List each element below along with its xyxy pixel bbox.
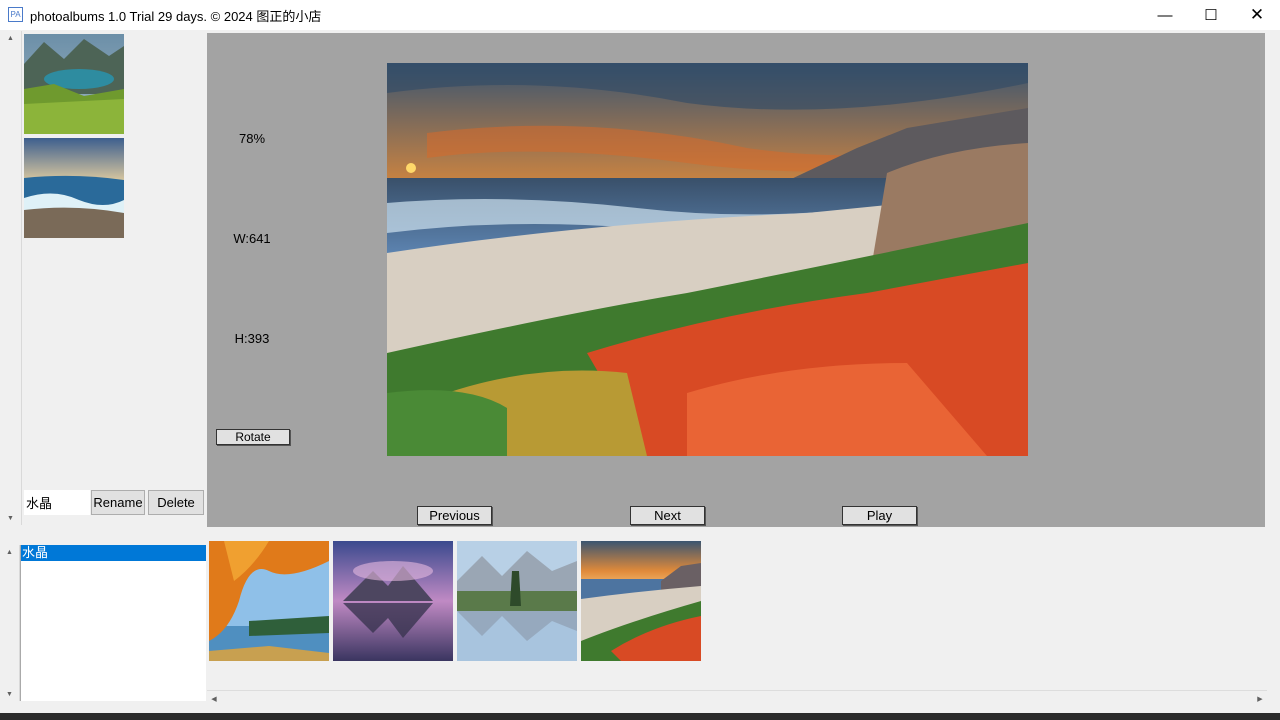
maximize-button[interactable]: ☐ <box>1188 0 1234 30</box>
delete-button[interactable]: Delete <box>148 490 204 515</box>
coast-flowers-sunset-thumbnail[interactable] <box>581 541 701 661</box>
image-width-label: W:641 <box>233 231 271 246</box>
main-photo[interactable] <box>387 63 1028 456</box>
thumbnail-pane <box>23 31 206 525</box>
album-name-input[interactable] <box>24 490 90 515</box>
app-icon: PA <box>8 7 23 22</box>
rename-button[interactable]: Rename <box>91 490 145 515</box>
mountain-lake-meadow-thumbnail[interactable] <box>24 34 124 134</box>
scroll-down-icon[interactable]: ▼ <box>0 511 21 525</box>
next-button[interactable]: Next <box>630 506 705 525</box>
album-list: 水晶 <box>20 545 206 701</box>
play-button[interactable]: Play <box>842 506 917 525</box>
album-list-item[interactable]: 水晶 <box>21 545 206 561</box>
rotate-button[interactable]: Rotate <box>216 429 290 445</box>
thumbnail-horizontal-scrollbar[interactable]: ◀ ▶ <box>207 690 1267 707</box>
title-bar: PA photoalbums 1.0 Trial 29 days. © 2024… <box>0 0 1280 30</box>
window-title: photoalbums 1.0 Trial 29 days. © 2024 图正… <box>30 9 322 24</box>
thumbnail-scrollbar[interactable]: ▲ ▼ <box>0 31 22 525</box>
previous-button[interactable]: Previous <box>417 506 492 525</box>
taskbar-edge <box>0 713 1280 720</box>
scroll-up-icon[interactable]: ▲ <box>0 31 21 45</box>
autumn-tree-lake-thumbnail[interactable] <box>209 541 329 661</box>
scroll-left-icon[interactable]: ◀ <box>207 691 221 707</box>
minimize-button[interactable]: — <box>1142 0 1188 30</box>
scroll-up-icon[interactable]: ▲ <box>0 545 19 559</box>
alpine-lake-reflection-thumbnail[interactable] <box>457 541 577 661</box>
scroll-right-icon[interactable]: ▶ <box>1253 691 1267 707</box>
zoom-label: 78% <box>238 131 266 146</box>
image-height-label: H:393 <box>234 331 270 346</box>
scroll-down-icon[interactable]: ▼ <box>0 687 19 701</box>
ocean-wave-beach-thumbnail[interactable] <box>24 138 124 238</box>
album-list-scrollbar[interactable]: ▲ ▼ <box>0 545 20 701</box>
close-button[interactable]: ✕ <box>1234 0 1280 30</box>
mountain-reflection-sunset-thumbnail[interactable] <box>333 541 453 661</box>
pane-divider[interactable] <box>0 528 1280 538</box>
